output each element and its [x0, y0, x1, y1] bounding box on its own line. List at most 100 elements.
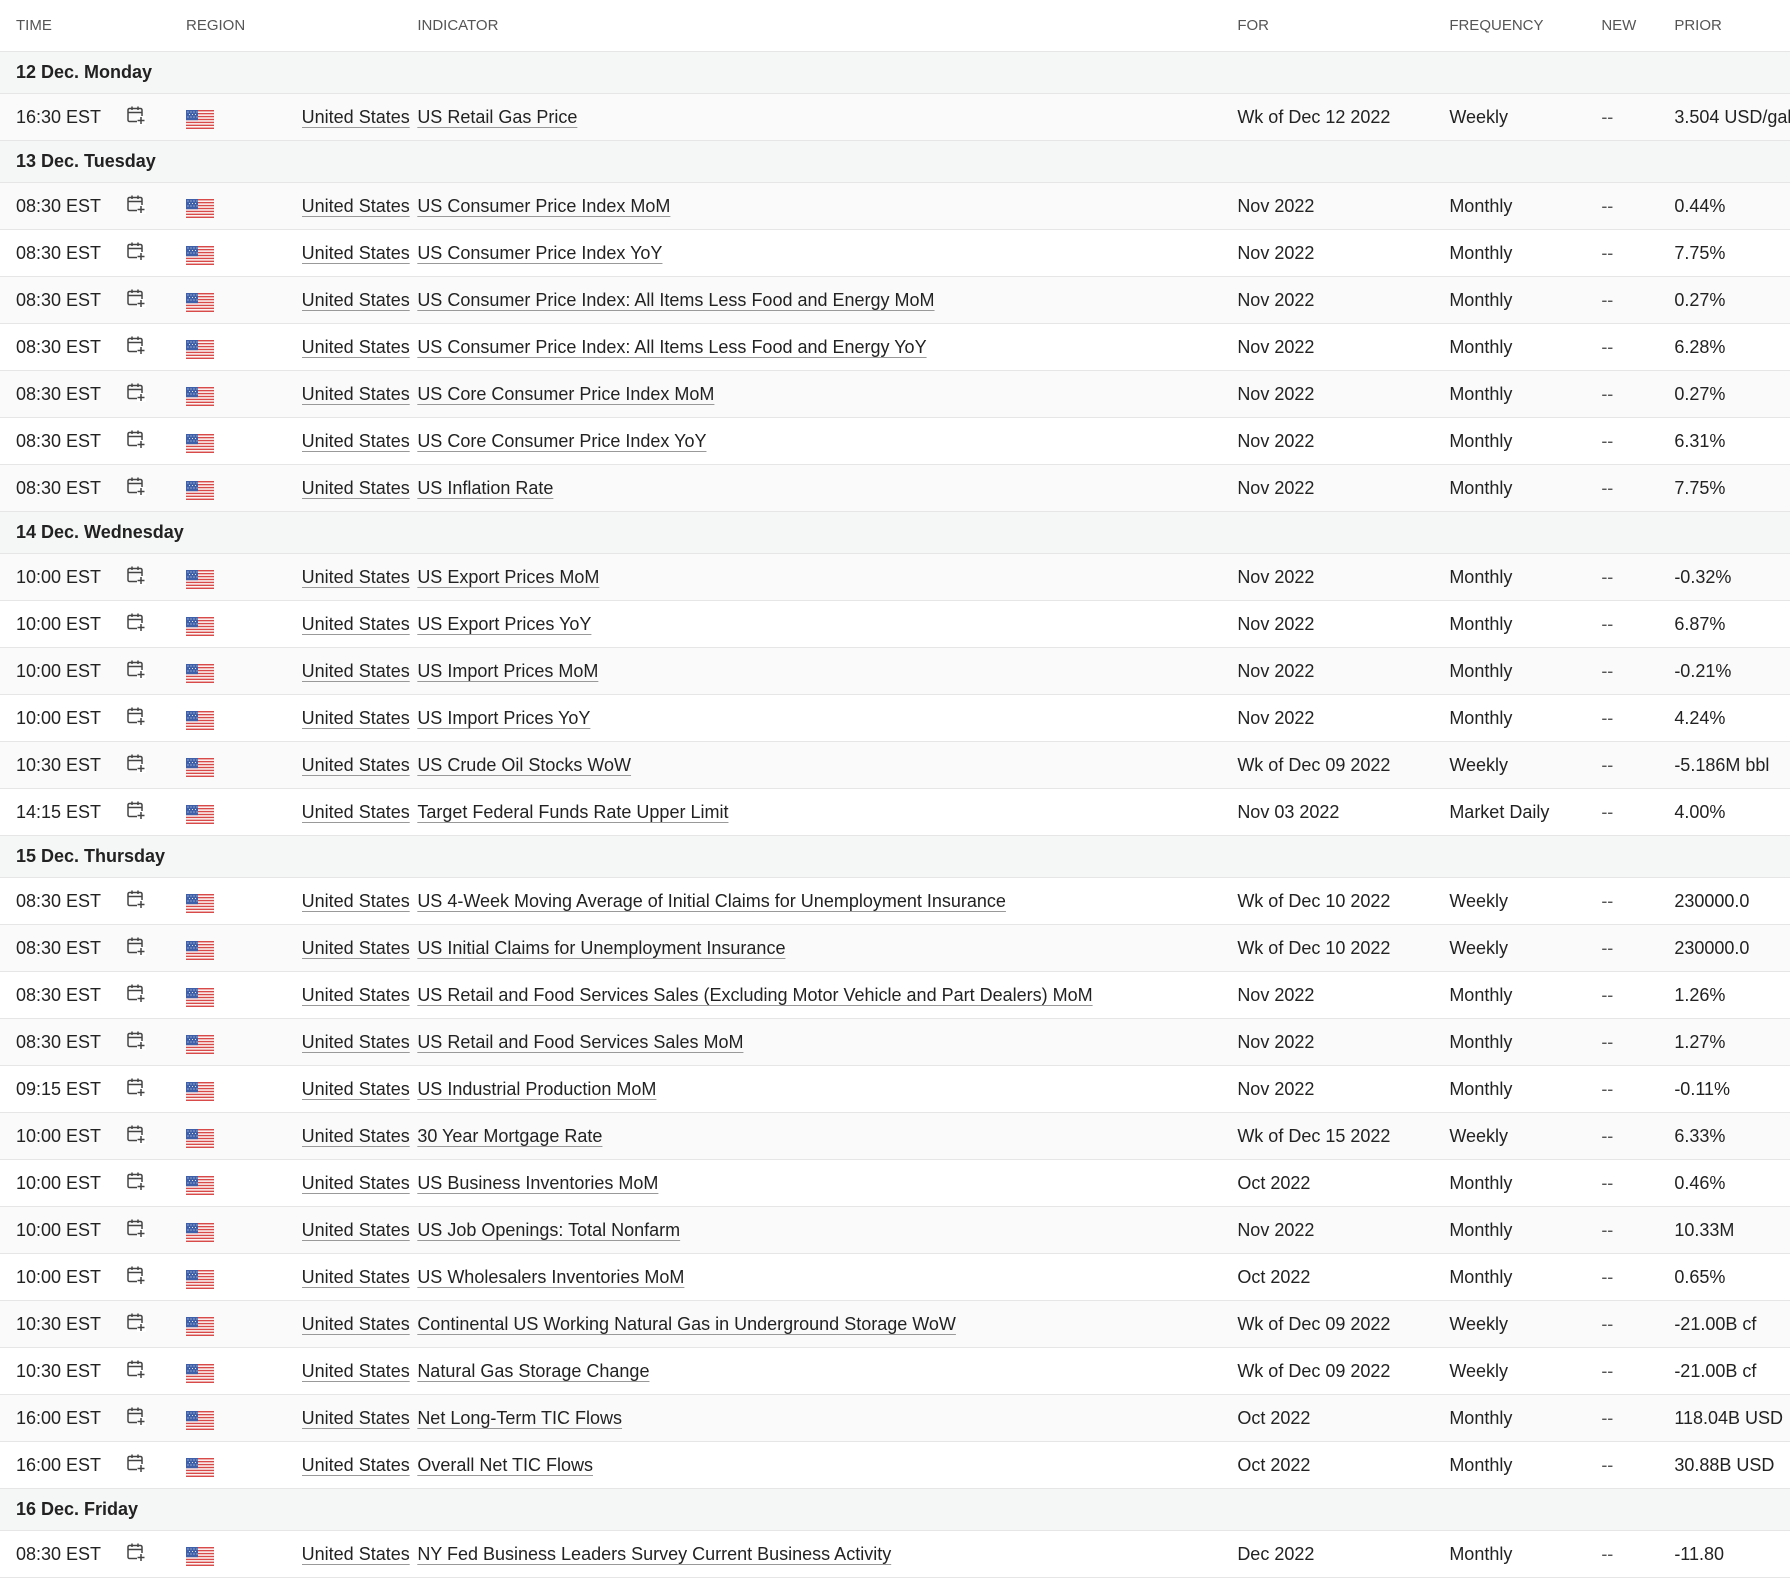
region-link[interactable]: United States: [302, 1455, 410, 1475]
column-header-frequency[interactable]: FREQUENCY: [1449, 0, 1602, 52]
calendar-plus-icon[interactable]: [126, 612, 146, 637]
indicator-link[interactable]: US Retail Gas Price: [417, 107, 577, 127]
calendar-plus-icon[interactable]: [126, 1312, 146, 1337]
calendar-plus-icon[interactable]: [126, 288, 146, 313]
region-link[interactable]: United States: [302, 802, 410, 822]
calendar-plus-icon[interactable]: [126, 753, 146, 778]
column-header-new[interactable]: NEW: [1601, 0, 1675, 52]
calendar-plus-icon[interactable]: [126, 194, 146, 219]
indicator-link[interactable]: US Core Consumer Price Index MoM: [417, 384, 714, 404]
indicator-link[interactable]: US Consumer Price Index MoM: [417, 196, 670, 216]
indicator-link[interactable]: US Import Prices YoY: [417, 708, 590, 728]
indicator-link[interactable]: Natural Gas Storage Change: [417, 1361, 649, 1381]
calendar-plus-icon[interactable]: [126, 1406, 146, 1431]
indicator-link[interactable]: US Core Consumer Price Index YoY: [417, 431, 706, 451]
region-link[interactable]: United States: [302, 891, 410, 911]
indicator-link[interactable]: US Inflation Rate: [417, 478, 553, 498]
indicator-link[interactable]: US Retail and Food Services Sales MoM: [417, 1032, 743, 1052]
region-link[interactable]: United States: [302, 985, 410, 1005]
region-link[interactable]: United States: [302, 384, 410, 404]
calendar-plus-icon[interactable]: [126, 1265, 146, 1290]
region-link[interactable]: United States: [302, 1544, 410, 1564]
calendar-plus-icon[interactable]: [126, 1218, 146, 1243]
indicator-link[interactable]: Continental US Working Natural Gas in Un…: [417, 1314, 956, 1334]
region-link[interactable]: United States: [302, 708, 410, 728]
region-link[interactable]: United States: [302, 755, 410, 775]
region-link[interactable]: United States: [302, 1408, 410, 1428]
column-header-prior[interactable]: PRIOR: [1674, 0, 1790, 52]
calendar-plus-icon[interactable]: [126, 936, 146, 961]
indicator-link[interactable]: US Import Prices MoM: [417, 661, 598, 681]
column-header-region[interactable]: REGION: [186, 0, 418, 52]
calendar-plus-icon[interactable]: [126, 1030, 146, 1055]
indicator-link[interactable]: Net Long-Term TIC Flows: [417, 1408, 622, 1428]
calendar-plus-icon[interactable]: [126, 983, 146, 1008]
event-frequency: Monthly: [1449, 1018, 1602, 1066]
column-header-for[interactable]: FOR: [1237, 0, 1450, 52]
calendar-plus-icon[interactable]: [126, 565, 146, 590]
region-link[interactable]: United States: [302, 1267, 410, 1287]
region-link[interactable]: United States: [302, 614, 410, 634]
indicator-link[interactable]: US Consumer Price Index: All Items Less …: [417, 337, 926, 357]
indicator-link[interactable]: US Wholesalers Inventories MoM: [417, 1267, 684, 1287]
region-link[interactable]: United States: [302, 431, 410, 451]
indicator-link[interactable]: US Consumer Price Index YoY: [417, 243, 662, 263]
indicator-link[interactable]: Target Federal Funds Rate Upper Limit: [417, 802, 728, 822]
region-link[interactable]: United States: [302, 567, 410, 587]
calendar-plus-icon[interactable]: [126, 1359, 146, 1384]
day-header-row: 14 Dec. Wednesday: [0, 511, 1790, 554]
region-link[interactable]: United States: [302, 1361, 410, 1381]
indicator-link[interactable]: US Consumer Price Index: All Items Less …: [417, 290, 934, 310]
calendar-plus-icon[interactable]: [126, 1171, 146, 1196]
region-link[interactable]: United States: [302, 1173, 410, 1193]
table-row: 08:30 EST: [0, 182, 1790, 230]
region-link[interactable]: United States: [302, 1032, 410, 1052]
calendar-plus-icon[interactable]: [126, 706, 146, 731]
indicator-link[interactable]: US Crude Oil Stocks WoW: [417, 755, 631, 775]
column-header-indicator[interactable]: INDICATOR: [417, 0, 1238, 52]
calendar-plus-icon[interactable]: [126, 335, 146, 360]
indicator-link[interactable]: NY Fed Business Leaders Survey Current B…: [417, 1544, 891, 1564]
calendar-plus-icon[interactable]: [126, 659, 146, 684]
region-link[interactable]: United States: [302, 478, 410, 498]
calendar-plus-icon[interactable]: [126, 1077, 146, 1102]
event-time: 08:30 EST: [0, 464, 126, 512]
calendar-plus-icon[interactable]: [126, 1453, 146, 1478]
column-header-time[interactable]: TIME: [0, 0, 126, 52]
table-row: 08:30 EST: [0, 229, 1790, 277]
region-link[interactable]: United States: [302, 1079, 410, 1099]
region-link[interactable]: United States: [302, 107, 410, 127]
region-link[interactable]: United States: [302, 938, 410, 958]
calendar-plus-icon[interactable]: [126, 889, 146, 914]
us-flag-icon: [186, 940, 214, 960]
indicator-link[interactable]: US Industrial Production MoM: [417, 1079, 656, 1099]
indicator-link[interactable]: US Retail and Food Services Sales (Exclu…: [417, 985, 1092, 1005]
calendar-plus-icon[interactable]: [126, 105, 146, 130]
indicator-link[interactable]: 30 Year Mortgage Rate: [417, 1126, 602, 1146]
calendar-plus-icon[interactable]: [126, 429, 146, 454]
region-link[interactable]: United States: [302, 196, 410, 216]
region-link[interactable]: United States: [302, 337, 410, 357]
region-link[interactable]: United States: [302, 1220, 410, 1240]
indicator-link[interactable]: Overall Net TIC Flows: [417, 1455, 593, 1475]
calendar-plus-icon[interactable]: [126, 241, 146, 266]
region-link[interactable]: United States: [302, 1126, 410, 1146]
indicator-link[interactable]: US 4-Week Moving Average of Initial Clai…: [417, 891, 1006, 911]
indicator-link[interactable]: US Export Prices YoY: [417, 614, 591, 634]
indicator-link[interactable]: US Business Inventories MoM: [417, 1173, 658, 1193]
region-link[interactable]: United States: [302, 290, 410, 310]
event-time: 08:30 EST: [0, 182, 126, 230]
calendar-plus-icon[interactable]: [126, 800, 146, 825]
event-period: Nov 2022: [1237, 464, 1450, 512]
region-link[interactable]: United States: [302, 661, 410, 681]
calendar-plus-icon[interactable]: [126, 476, 146, 501]
calendar-plus-icon[interactable]: [126, 1124, 146, 1149]
event-period: Nov 2022: [1237, 323, 1450, 371]
region-link[interactable]: United States: [302, 1314, 410, 1334]
region-link[interactable]: United States: [302, 243, 410, 263]
indicator-link[interactable]: US Initial Claims for Unemployment Insur…: [417, 938, 785, 958]
calendar-plus-icon[interactable]: [126, 382, 146, 407]
indicator-link[interactable]: US Job Openings: Total Nonfarm: [417, 1220, 680, 1240]
calendar-plus-icon[interactable]: [126, 1542, 146, 1567]
indicator-link[interactable]: US Export Prices MoM: [417, 567, 599, 587]
